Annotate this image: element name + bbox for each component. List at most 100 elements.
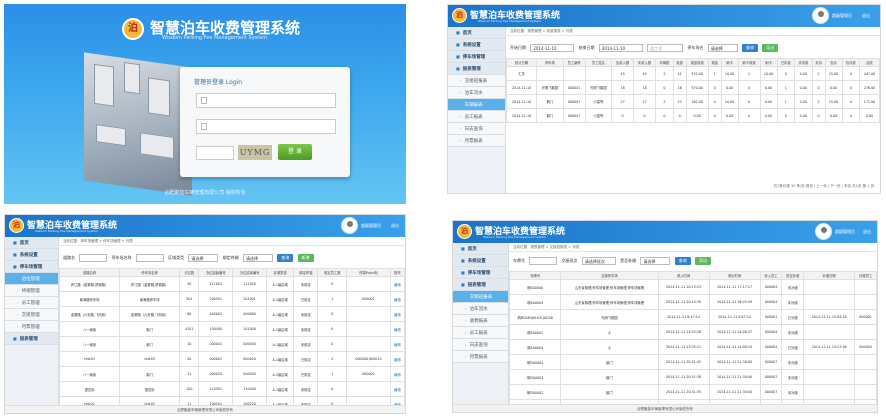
column-header: 驶入员工 — [759, 271, 783, 280]
sidebar-item[interactable]: 系统设置 — [453, 255, 508, 267]
table-row: 皖D00004 鹅门 2014-11-11 20:31:42 2014-11-11 2… — [509, 354, 877, 370]
logout-link[interactable]: 退出 — [863, 229, 871, 235]
lot-name-input[interactable] — [135, 254, 164, 262]
edit-link[interactable]: 编辑 — [389, 396, 405, 405]
export-button[interactable]: 导出 — [762, 44, 779, 52]
sidebar-subitem[interactable]: 日志查询 — [448, 123, 505, 135]
sidebar-item[interactable]: 系统设置 — [5, 249, 58, 261]
edit-link[interactable]: 编辑 — [389, 291, 405, 307]
sidebar: 首页 系统设置 停车场管理 泊位管理 终端管理 员工管理 交接管理 月票管理 报… — [5, 237, 59, 413]
edit-link[interactable]: 编辑 — [389, 276, 405, 292]
search-button[interactable]: 查询 — [277, 254, 294, 262]
sidebar-subitem[interactable]: 月票报表 — [453, 351, 508, 363]
pagination[interactable]: 共1条记录 10 条/页 首页 | 上一页 | 下一页 | 末页 共1页 第 1… — [774, 184, 874, 189]
export-button[interactable]: 导出 — [694, 257, 711, 265]
edit-link[interactable]: 编辑 — [389, 381, 405, 397]
table-cell: 银杏街 — [59, 381, 121, 397]
table-cell: 0 — [841, 66, 861, 81]
sidebar-subitem-active[interactable]: 交接班报表 — [453, 291, 508, 303]
area-type-select[interactable]: 请选择 — [188, 254, 219, 262]
add-button[interactable]: 新增 — [297, 254, 314, 262]
table-cell: 0 — [672, 108, 687, 123]
sidebar-subitem[interactable]: 日志查询 — [453, 339, 508, 351]
column-header: 终端Posid标 — [346, 268, 391, 277]
sidebar-item[interactable]: 首页 — [448, 27, 505, 39]
table-row: 庐江路（金寨路-舒城路） 庐江路（金寨路-舒城路） 50 111001 111050 A-… — [59, 276, 405, 292]
parking-lot-table: 道路名称 停车场名称 泊位数 泊位起始编号 泊位结束编号 区域类型 绑定终端 绑定员工数 终端P… — [59, 268, 405, 405]
sidebar-item[interactable]: 报表管理 — [5, 333, 58, 345]
sidebar-subitem[interactable]: 交接管理 — [5, 309, 58, 321]
sidebar-item[interactable]: 停车场管理 — [5, 261, 58, 273]
edit-link[interactable]: 编辑 — [389, 336, 405, 352]
edit-link[interactable]: 编辑 — [389, 321, 405, 337]
edit-link[interactable]: 编辑 — [389, 306, 405, 322]
table-cell: 10.00 — [720, 66, 739, 81]
road-input[interactable] — [79, 254, 108, 262]
sidebar-subitem[interactable]: 终端管理 — [5, 285, 58, 297]
sidebar-item[interactable]: 首页 — [5, 237, 58, 249]
lot-select[interactable]: 请选择 — [707, 44, 738, 52]
captcha-image[interactable]: UYMG — [238, 145, 272, 160]
table-cell: 447.00 — [859, 66, 880, 81]
search-button[interactable]: 查询 — [674, 257, 691, 265]
sidebar-item[interactable]: 报表管理 — [448, 63, 505, 75]
edit-link[interactable]: 编辑 — [389, 366, 405, 382]
terminal-select[interactable]: 请选择 — [242, 254, 273, 262]
column-header: 包月费 — [841, 58, 861, 67]
captcha-input[interactable] — [196, 146, 234, 160]
sidebar-subitem[interactable]: 员工管理 — [5, 297, 58, 309]
table-cell — [854, 354, 877, 370]
sidebar-item[interactable]: 系统设置 — [448, 39, 505, 51]
table-cell: 100220 — [232, 396, 268, 405]
table-row: 皖000000 山东省管理;停车场管理;停车场管理;停车场管理 2014-11-11… — [509, 279, 877, 295]
sidebar-subitem[interactable]: 员工报表 — [453, 327, 508, 339]
table-cell: 光明飞鹅园 — [584, 80, 613, 95]
sidebar-subitem[interactable]: 月票报表 — [448, 135, 505, 147]
sidebar-item[interactable]: 首页 — [453, 243, 508, 255]
sidebar-item[interactable]: 停车场管理 — [448, 51, 505, 63]
table-cell — [854, 369, 877, 385]
end-date-input[interactable]: 2014-11-10 — [598, 44, 643, 52]
username-input[interactable] — [196, 93, 336, 108]
sidebar-subitem-active[interactable]: 车辆报表 — [448, 99, 505, 111]
edit-link[interactable]: 编辑 — [389, 351, 405, 367]
sidebar-subitem[interactable]: 泊车流水 — [453, 303, 508, 315]
table-cell: 0.00 — [859, 108, 880, 123]
plate-input[interactable] — [529, 257, 558, 265]
sidebar: 首页 系统设置 停车场管理 报表管理 交接班报表 泊车流水 收费报表 员工报表 … — [453, 243, 509, 412]
staff-input[interactable]: 员工号 — [647, 44, 684, 52]
login-button[interactable]: 登 录 — [278, 144, 312, 160]
table-cell: 16 — [672, 80, 687, 95]
search-button[interactable]: 查询 — [741, 44, 758, 52]
sidebar-subitem[interactable]: 员工报表 — [448, 111, 505, 123]
table-cell — [854, 384, 877, 400]
table-cell: 2014-11-11 13:35:21 — [657, 339, 710, 355]
start-date-input[interactable]: 2014-11-10 — [530, 44, 575, 52]
table-cell: 200501 — [198, 291, 234, 307]
table-cell: 鹅门 — [560, 354, 659, 370]
table-cell: 0 — [811, 80, 826, 95]
sidebar-subitem[interactable]: 收费报表 — [453, 315, 508, 327]
table-cell: 0.00 — [824, 108, 843, 123]
table-cell: 0 — [737, 80, 761, 95]
table-cell — [854, 294, 877, 310]
table-cell: 000001 — [198, 351, 234, 367]
shift-select[interactable]: 请选择班次 — [581, 257, 616, 265]
logout-link[interactable]: 退出 — [391, 223, 399, 229]
password-input[interactable] — [196, 119, 336, 134]
table-cell: 已补缴 — [781, 309, 805, 325]
table-cell — [562, 66, 586, 81]
table-cell: A-1级区域 — [266, 351, 295, 367]
table-cell: 000030 — [232, 366, 268, 382]
column-header: 驶入时间 — [657, 271, 710, 280]
sidebar-item[interactable]: 报表管理 — [453, 279, 508, 291]
table-cell: 0 — [707, 94, 722, 109]
logout-link[interactable]: 退出 — [862, 13, 870, 19]
paid-select[interactable]: 请选择 — [640, 257, 671, 265]
table-cell: 皖000000 — [509, 279, 562, 295]
sidebar-subitem-active[interactable]: 泊位管理 — [5, 273, 58, 285]
sidebar-item[interactable]: 停车场管理 — [453, 267, 508, 279]
sidebar-subitem[interactable]: 交接班报表 — [448, 75, 505, 87]
sidebar-subitem[interactable]: 泊车流水 — [448, 87, 505, 99]
sidebar-subitem[interactable]: 月票管理 — [5, 321, 58, 333]
